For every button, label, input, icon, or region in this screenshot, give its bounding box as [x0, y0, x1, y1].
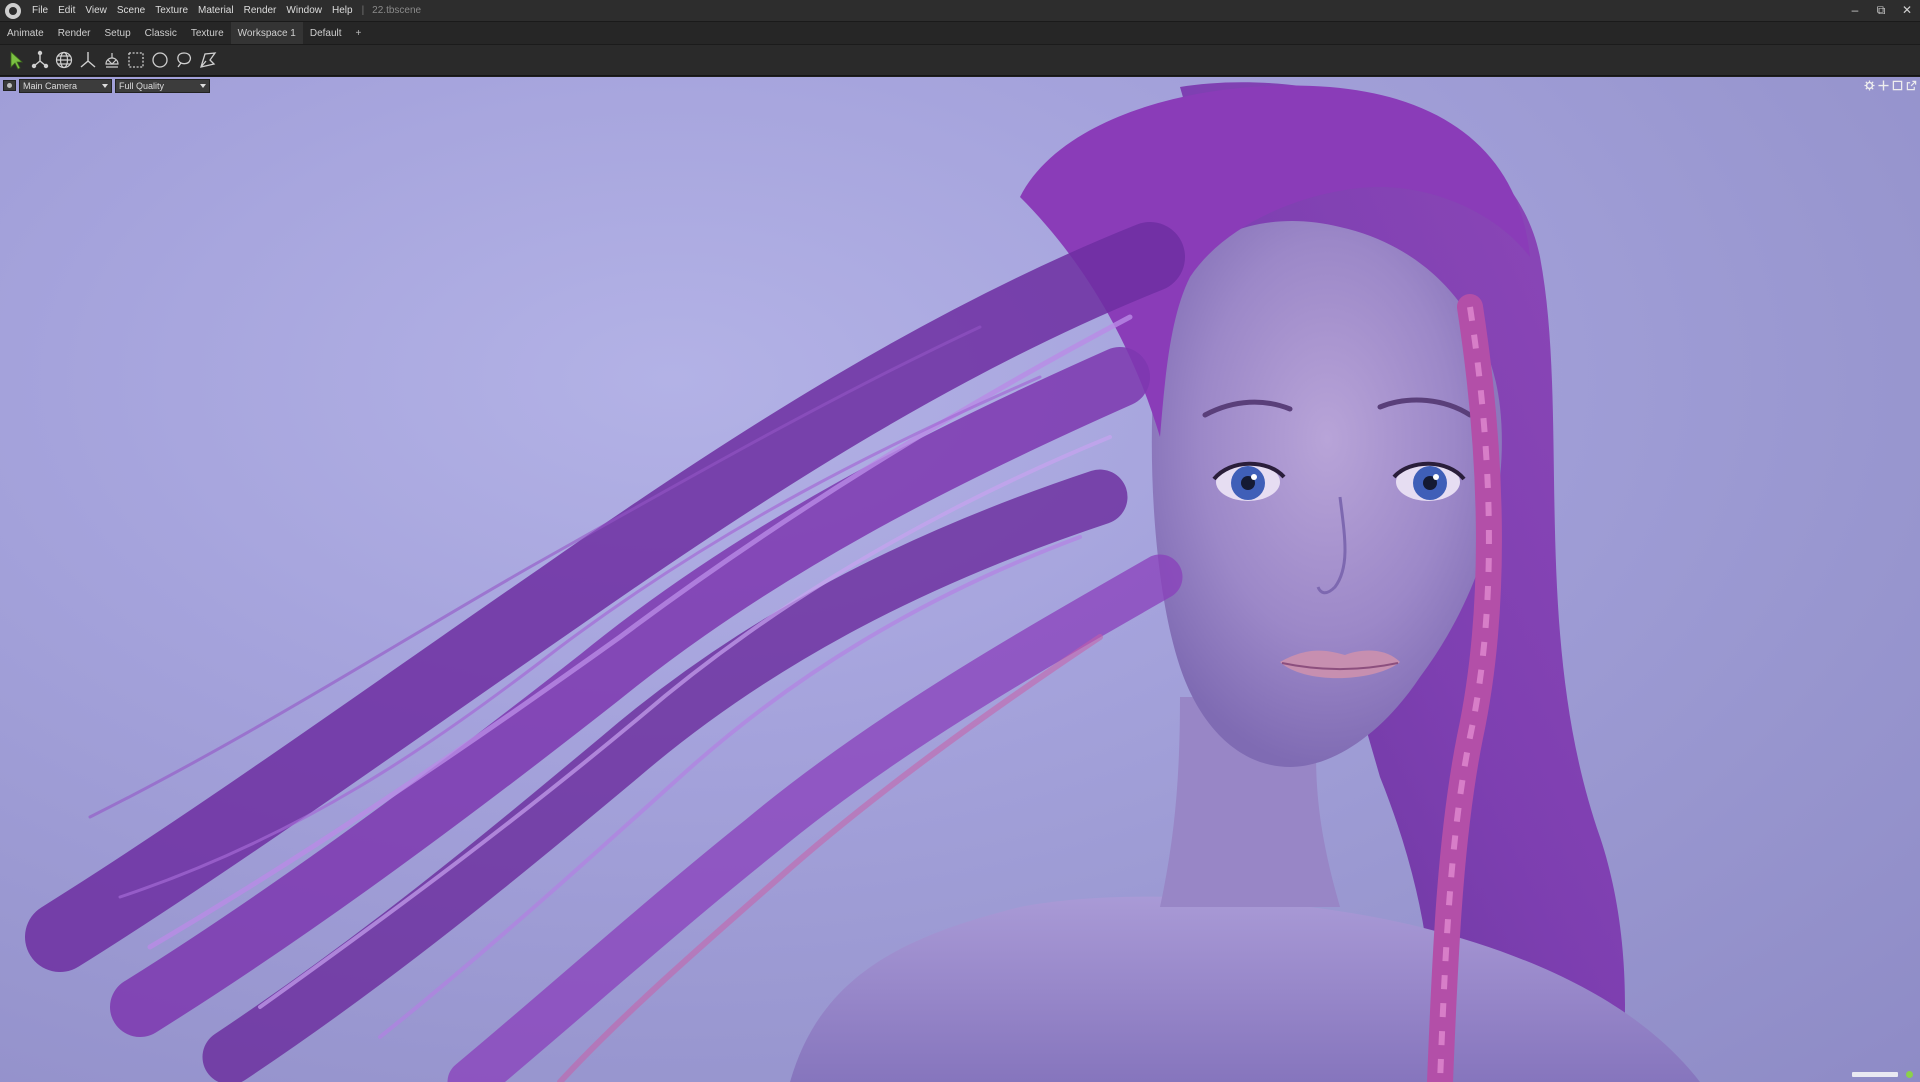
workspace-tab-bar: Animate Render Setup Classic Texture Wor…: [0, 21, 1920, 45]
menu-file[interactable]: File: [27, 0, 53, 21]
add-tab-button[interactable]: +: [349, 22, 369, 45]
render-viewport[interactable]: Main Camera Full Quality: [0, 77, 1920, 1082]
pen-select-icon[interactable]: [196, 48, 220, 72]
sphere-grid-icon[interactable]: [52, 48, 76, 72]
camera-dropdown[interactable]: Main Camera: [19, 79, 112, 93]
tab-render[interactable]: Render: [51, 22, 98, 45]
viewport-header: Main Camera Full Quality: [0, 77, 1920, 94]
lamp-icon[interactable]: [100, 48, 124, 72]
tool-bar: [0, 44, 1920, 76]
scene-file-name: 22.tbscene: [372, 5, 422, 16]
quality-dropdown[interactable]: Full Quality: [115, 79, 210, 93]
chevron-down-icon: [102, 84, 108, 88]
viewport-icon-group: [1862, 79, 1918, 92]
app-logo-icon[interactable]: [5, 2, 21, 19]
menu-bar: File Edit View Scene Texture Material Re…: [0, 0, 1920, 21]
circle-select-icon[interactable]: [148, 48, 172, 72]
progress-bar: [1852, 1072, 1898, 1077]
axis-gizmo-icon[interactable]: [76, 48, 100, 72]
window-controls: – ⧉ ✕: [1842, 0, 1920, 21]
menu-edit[interactable]: Edit: [53, 0, 80, 21]
tab-animate[interactable]: Animate: [0, 22, 51, 45]
menu-separator: |: [361, 5, 365, 16]
tab-workspace-1[interactable]: Workspace 1: [230, 21, 303, 45]
close-button[interactable]: ✕: [1894, 0, 1920, 21]
tab-setup[interactable]: Setup: [98, 22, 138, 45]
minimize-button[interactable]: –: [1842, 0, 1868, 21]
menu-texture[interactable]: Texture: [150, 0, 193, 21]
popout-icon[interactable]: [1904, 79, 1918, 92]
rendered-scene-image: [25, 82, 1700, 1082]
menu-render[interactable]: Render: [239, 0, 282, 21]
quality-dropdown-value: Full Quality: [119, 81, 165, 91]
menu-material[interactable]: Material: [193, 0, 239, 21]
menu-help[interactable]: Help: [327, 0, 358, 21]
tab-texture[interactable]: Texture: [184, 22, 231, 45]
lasso-select-icon[interactable]: [172, 48, 196, 72]
camera-icon[interactable]: [3, 80, 16, 91]
settings-icon[interactable]: [1862, 79, 1876, 92]
tab-default[interactable]: Default: [303, 22, 349, 45]
menu-view[interactable]: View: [80, 0, 112, 21]
menu-scene[interactable]: Scene: [112, 0, 150, 21]
select-arrow-icon[interactable]: [4, 48, 28, 72]
status-indicator: [1906, 1071, 1913, 1078]
marquee-select-icon[interactable]: [124, 48, 148, 72]
maximize-button[interactable]: ⧉: [1868, 0, 1894, 21]
move-view-icon[interactable]: [1876, 79, 1890, 92]
camera-dropdown-value: Main Camera: [23, 81, 78, 91]
tab-classic[interactable]: Classic: [138, 22, 184, 45]
chevron-down-icon: [200, 84, 206, 88]
menu-window[interactable]: Window: [281, 0, 327, 21]
maximize-view-icon[interactable]: [1890, 79, 1904, 92]
move-gizmo-icon[interactable]: [28, 48, 52, 72]
